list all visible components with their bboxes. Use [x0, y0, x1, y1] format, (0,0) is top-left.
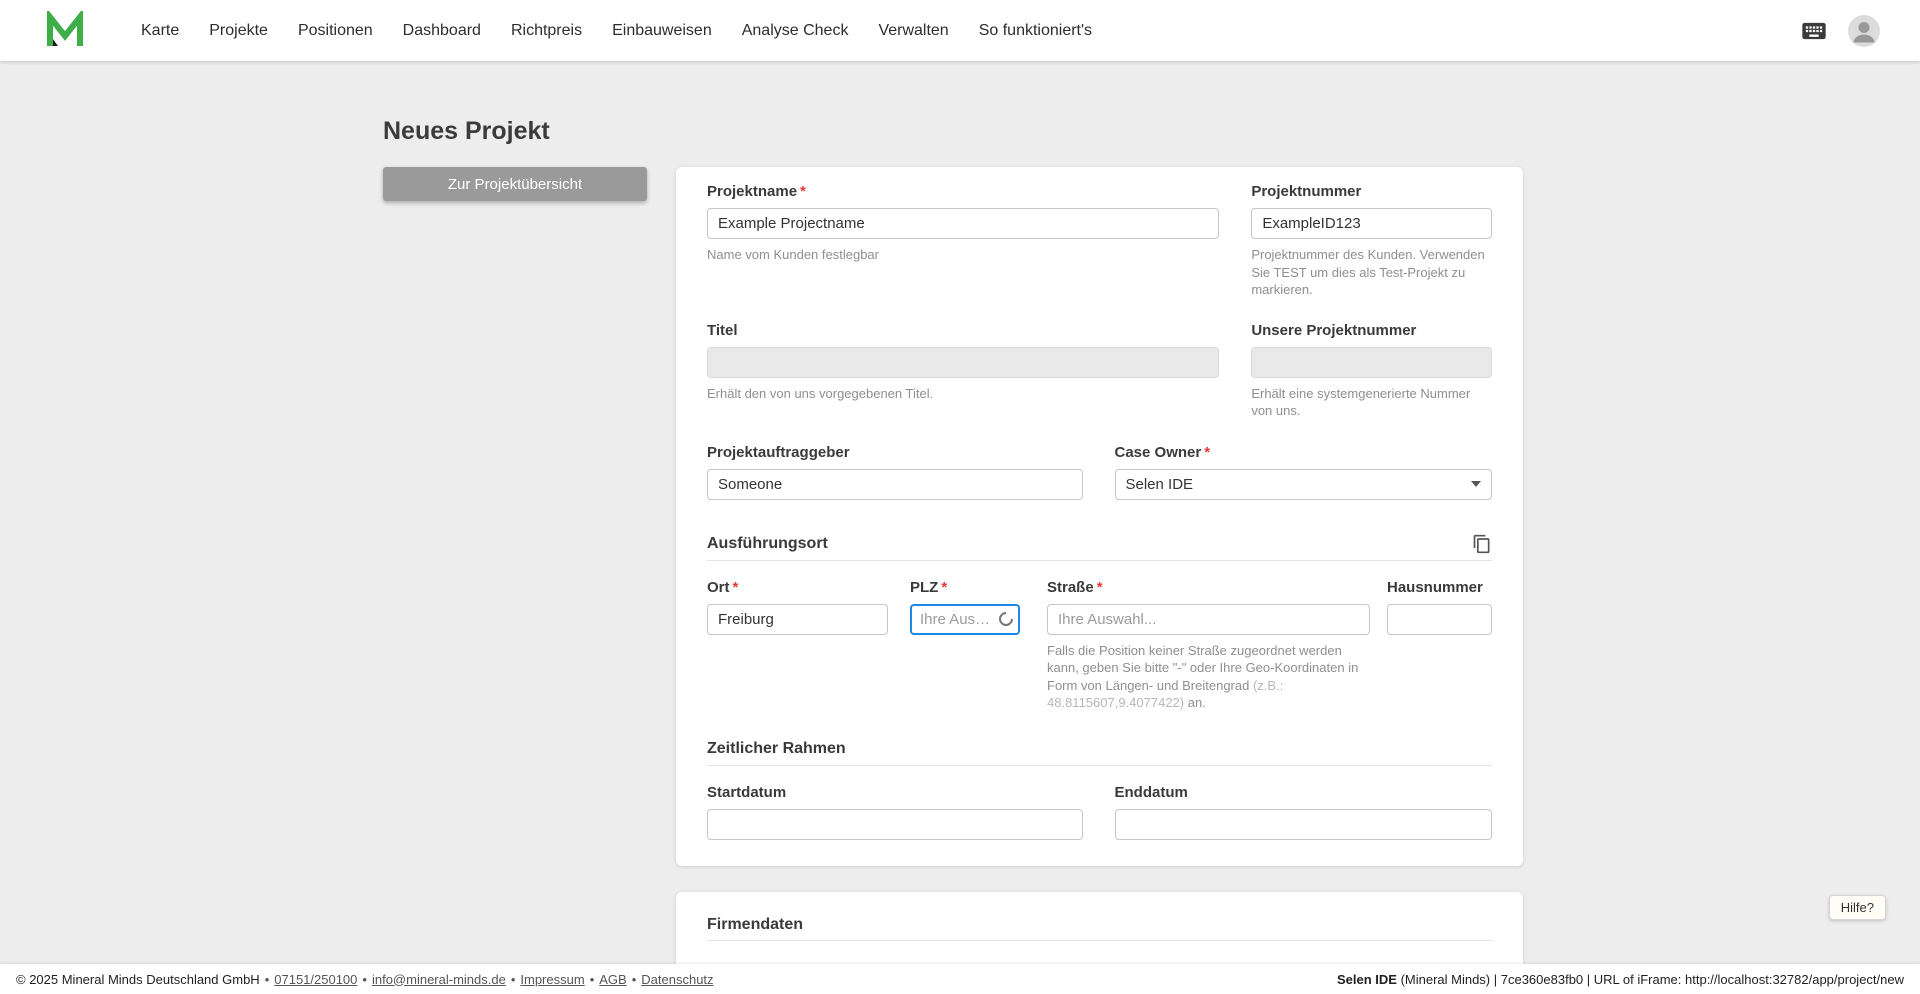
footer-user: Selen IDE [1336, 971, 1397, 987]
footer-link-datenschutz[interactable]: Datenschutz [641, 972, 713, 987]
zeitlicher-rahmen-heading: Zeitlicher Rahmen [707, 740, 846, 758]
section-divider [707, 764, 1492, 766]
titel-helper: Erhält den von uns vorgegebenen Titel. [707, 385, 934, 401]
chevron-down-icon [1471, 481, 1481, 488]
field-projektauftraggeber: Projektauftraggeber [707, 444, 1083, 500]
footer-separator: • [362, 971, 367, 987]
plz-label: PLZ * [910, 578, 948, 596]
ausfuehrungsort-heading: Ausführungsort [707, 535, 828, 553]
footer-separator: • [631, 971, 637, 987]
titel-input [707, 346, 1220, 378]
required-asterisk: * [1096, 578, 1103, 596]
help-button[interactable]: Hilfe? [1828, 895, 1886, 920]
strasse-helper: Falls die Position keiner Straße zugeord… [1047, 642, 1359, 711]
field-plz: PLZ * [910, 579, 1020, 712]
strasse-input[interactable] [1047, 603, 1370, 635]
startdatum-input[interactable] [707, 808, 1083, 840]
footer-link-phone[interactable]: 07151/250100 [274, 972, 357, 987]
strasse-label: Straße * [1047, 578, 1103, 596]
field-strasse: Straße* Falls die Position keiner Straße… [1047, 579, 1370, 712]
nav-item-einbauweisen[interactable]: Einbauweisen [597, 22, 727, 40]
main-content: Neues Projekt Zur Projektübersicht Proje… [0, 61, 1920, 982]
section-divider [707, 559, 1492, 561]
projektnummer-helper: Projektnummer des Kunden. Verwenden Sie … [1251, 247, 1485, 298]
hausnummer-label: Hausnummer [1387, 578, 1483, 596]
field-enddatum: Enddatum [1114, 783, 1492, 840]
case-owner-label: Case Owner * [1114, 443, 1211, 461]
projektname-label: Projektname * [707, 183, 806, 200]
copy-icon[interactable] [1472, 534, 1492, 554]
enddatum-input[interactable] [1114, 808, 1492, 840]
nav-item-positionen[interactable]: Positionen [283, 22, 388, 40]
ort-label: Ort * [707, 578, 739, 596]
footer-link-email[interactable]: info@mineral-minds.de [372, 972, 506, 987]
field-projektnummer: Projektnummer Projektnummer des Kunden. … [1251, 183, 1492, 299]
projektname-input[interactable] [707, 208, 1220, 239]
ort-input[interactable] [707, 603, 888, 635]
footer-link-impressum[interactable]: Impressum [520, 972, 584, 987]
titel-label: Titel [707, 321, 738, 339]
startdatum-label: Startdatum [707, 783, 787, 801]
unsere-projektnummer-helper: Erhält eine systemgenerierte Nummer von … [1251, 385, 1471, 419]
required-asterisk: * [1204, 443, 1211, 461]
projektnummer-input[interactable] [1251, 208, 1492, 239]
required-asterisk: * [800, 183, 806, 200]
section-zeitlicher-rahmen: Zeitlicher Rahmen [707, 739, 1492, 760]
footer-links: © 2025 Mineral Minds Deutschland GmbH • … [16, 972, 714, 987]
footer-link-agb[interactable]: AGB [599, 972, 626, 987]
section-ausfuehrungsort: Ausführungsort [707, 534, 1492, 555]
projektname-helper: Name vom Kunden festlegbar [707, 247, 879, 262]
projektnummer-label: Projektnummer [1251, 183, 1362, 200]
footer-separator: • [264, 971, 270, 987]
main-nav: Karte Projekte Positionen Dashboard Rich… [126, 22, 1107, 40]
unsere-projektnummer-input [1251, 346, 1492, 378]
mineral-minds-logo[interactable] [44, 10, 86, 51]
required-asterisk: * [941, 578, 948, 596]
nav-item-richtpreis[interactable]: Richtpreis [496, 22, 597, 40]
nav-item-so-funktionierts[interactable]: So funktioniert's [964, 22, 1107, 40]
user-avatar[interactable] [1848, 14, 1880, 47]
footer-separator: • [589, 971, 595, 987]
projektauftraggeber-label: Projektauftraggeber [707, 443, 850, 461]
header-actions [1800, 14, 1880, 47]
nav-item-verwalten[interactable]: Verwalten [863, 22, 963, 40]
footer-session-info: Selen IDE (Mineral Minds) | 7ce360e83fb0… [1337, 972, 1904, 987]
case-owner-select[interactable]: Selen IDE [1114, 468, 1492, 500]
nav-item-projekte[interactable]: Projekte [194, 22, 283, 40]
hausnummer-input[interactable] [1387, 603, 1492, 635]
nav-item-karte[interactable]: Karte [126, 22, 194, 40]
field-titel: Titel Erhält den von uns vorgegebenen Ti… [707, 321, 1220, 420]
field-case-owner: Case Owner * Selen IDE [1114, 443, 1492, 500]
footer-session-text: (Mineral Minds) | 7ce360e83fb0 | URL of … [1396, 971, 1904, 987]
back-to-project-overview-button[interactable]: Zur Projektübersicht [383, 167, 647, 201]
section-divider [707, 940, 1492, 941]
field-startdatum: Startdatum [707, 784, 1083, 840]
field-projektname: Projektname* Name vom Kunden festlegbar [707, 183, 1220, 299]
footer-bar: © 2025 Mineral Minds Deutschland GmbH • … [0, 964, 1920, 994]
field-hausnummer: Hausnummer [1387, 579, 1492, 712]
nav-item-dashboard[interactable]: Dashboard [388, 22, 496, 40]
footer-separator: • [510, 971, 516, 987]
footer-copyright: © 2025 Mineral Minds Deutschland GmbH [16, 971, 260, 987]
field-ort: Ort * [707, 579, 888, 712]
field-unsere-projektnummer: Unsere Projektnummer Erhält eine systemg… [1251, 322, 1492, 420]
left-action-column: Zur Projektübersicht [383, 167, 647, 201]
unsere-projektnummer-label: Unsere Projektnummer [1251, 321, 1417, 339]
firmendaten-heading: Firmendaten [707, 915, 804, 933]
project-form-card: Projektname* Name vom Kunden festlegbar … [676, 167, 1523, 866]
projektauftraggeber-input[interactable] [707, 468, 1083, 500]
top-navbar: Karte Projekte Positionen Dashboard Rich… [0, 0, 1920, 61]
case-owner-value: Selen IDE [1125, 475, 1194, 493]
keyboard-icon[interactable] [1800, 17, 1828, 45]
section-firmendaten: Firmendaten [707, 914, 1492, 935]
form-cards-column: Projektname* Name vom Kunden festlegbar … [676, 167, 1523, 982]
required-asterisk: * [732, 578, 739, 596]
nav-item-analyse-check[interactable]: Analyse Check [727, 22, 864, 40]
logo-icon [47, 10, 83, 46]
enddatum-label: Enddatum [1114, 783, 1188, 801]
page-title: Neues Projekt [383, 117, 550, 145]
